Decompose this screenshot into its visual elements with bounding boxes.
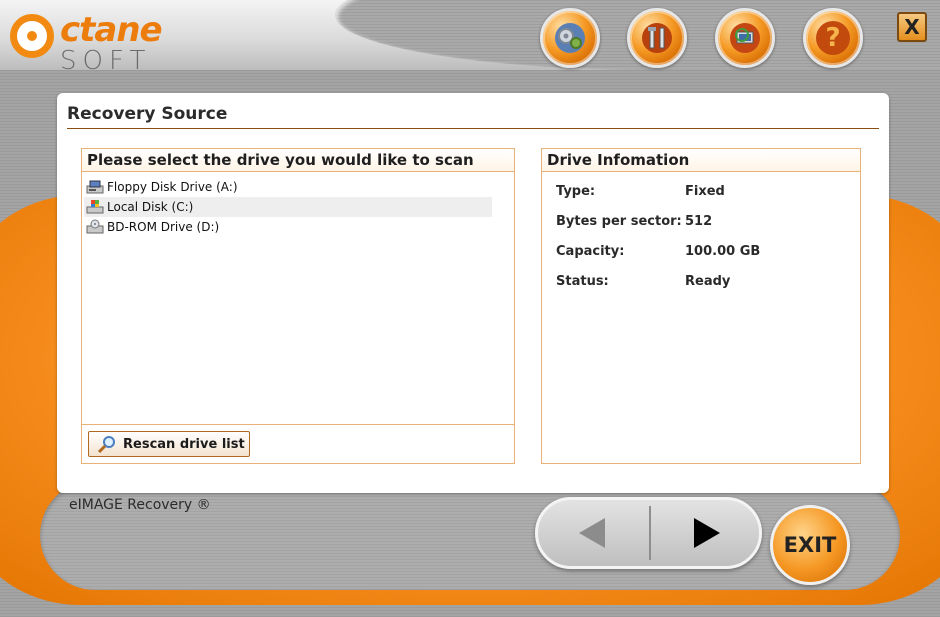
gears-icon <box>553 21 587 55</box>
page-title: Recovery Source <box>67 104 228 124</box>
tools-button[interactable] <box>627 8 687 68</box>
next-arrow-icon <box>694 518 720 548</box>
floppy-drive-icon <box>86 179 104 195</box>
drive-item-bd-rom[interactable]: BD-ROM Drive (D:) <box>84 217 492 237</box>
info-label-status: Status: <box>556 274 609 289</box>
drive-select-box: Please select the drive you would like t… <box>81 148 515 464</box>
drive-label: Floppy Disk Drive (A:) <box>107 180 238 194</box>
info-label-capacity: Capacity: <box>556 244 625 259</box>
info-value-bytes: 512 <box>685 214 713 229</box>
drive-list[interactable]: Floppy Disk Drive (A:) Local Disk (C:) B… <box>84 177 492 237</box>
network-button[interactable] <box>715 8 775 68</box>
info-label-bytes: Bytes per sector: <box>556 214 682 229</box>
drive-label: Local Disk (C:) <box>107 200 194 214</box>
info-label-type: Type: <box>556 184 596 199</box>
tools-icon <box>640 21 674 55</box>
title-divider <box>67 128 879 129</box>
drive-item-local-disk[interactable]: Local Disk (C:) <box>84 197 492 217</box>
info-value-type: Fixed <box>685 184 725 199</box>
drive-item-floppy[interactable]: Floppy Disk Drive (A:) <box>84 177 492 197</box>
drive-info-box: Drive Infomation Type: Fixed Bytes per s… <box>541 148 861 464</box>
navigation-pill <box>535 497 762 569</box>
optical-drive-icon <box>86 219 104 235</box>
local-disk-icon <box>86 199 104 215</box>
exit-button[interactable]: EXIT <box>770 505 850 585</box>
help-button[interactable]: ? <box>803 8 863 68</box>
help-icon: ? <box>816 21 850 55</box>
rescan-label: Rescan drive list <box>123 436 245 452</box>
logo-sub-text: SOFT <box>60 46 152 76</box>
logo-main-text: ctane <box>60 10 163 50</box>
back-arrow-icon <box>579 518 605 548</box>
app-window: ctane SOFT ? X Recovery Source Please se… <box>0 0 940 617</box>
drive-box-divider <box>82 424 514 425</box>
octane-soft-logo: ctane SOFT <box>6 6 226 76</box>
drive-info-header: Drive Infomation <box>542 149 860 172</box>
next-button[interactable] <box>651 500 759 566</box>
settings-button[interactable] <box>540 8 600 68</box>
logo-ring-icon <box>10 14 54 58</box>
magnifier-icon <box>97 435 117 454</box>
content-panel: Recovery Source Please select the drive … <box>57 93 889 493</box>
product-name: eIMAGE Recovery ® <box>69 497 211 513</box>
network-icon <box>728 21 762 55</box>
back-button[interactable] <box>538 500 648 566</box>
info-value-capacity: 100.00 GB <box>685 244 761 259</box>
drive-select-header: Please select the drive you would like t… <box>82 149 514 172</box>
drive-label: BD-ROM Drive (D:) <box>107 220 220 234</box>
rescan-drive-list-button[interactable]: Rescan drive list <box>88 431 250 457</box>
close-button[interactable]: X <box>897 12 927 42</box>
info-value-status: Ready <box>685 274 731 289</box>
